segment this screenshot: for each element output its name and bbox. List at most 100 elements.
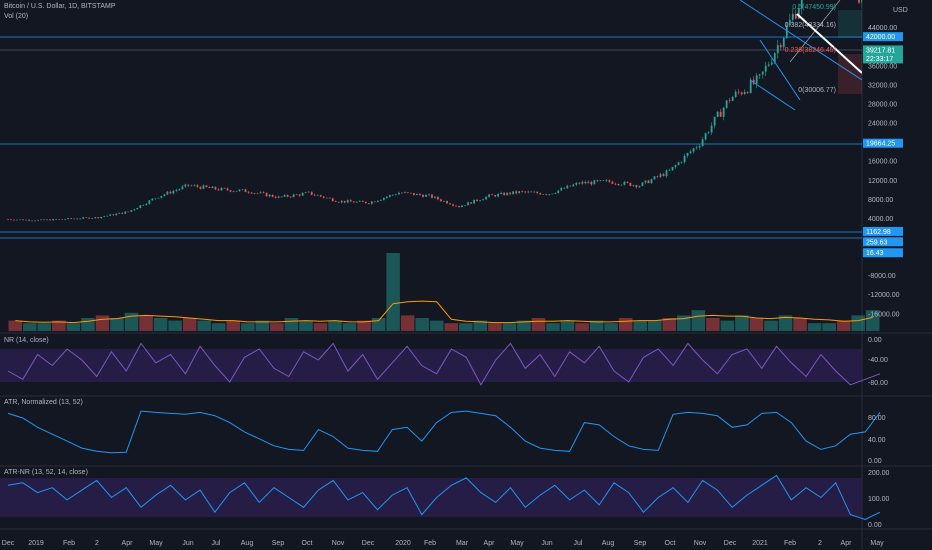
time-axis-tick: Oct (302, 540, 313, 547)
candle (602, 180, 605, 181)
candle (746, 92, 749, 93)
volume-legend[interactable]: Vol (20) (4, 13, 28, 20)
volume-bar (604, 323, 618, 331)
price-axis-tick: 8000.00 (868, 197, 893, 204)
candle (500, 192, 503, 194)
candle (274, 196, 277, 198)
candle (286, 195, 289, 197)
candle (133, 209, 136, 211)
nr-legend[interactable]: NR (14, close) (4, 337, 49, 344)
time-axis-tick: 2019 (28, 540, 44, 547)
price-axis-tick: -12000.00 (868, 292, 900, 299)
candle (575, 182, 578, 185)
candle (749, 79, 752, 93)
candle (506, 192, 509, 196)
candle (437, 196, 439, 200)
candle (731, 96, 734, 101)
candle (193, 185, 196, 186)
candle (16, 219, 18, 221)
candle (124, 211, 127, 214)
candle (115, 213, 118, 216)
candle (791, 13, 794, 20)
price-tag-label: 42000.00 (866, 34, 895, 41)
candle (443, 200, 445, 202)
candle (446, 200, 448, 204)
price-axis-tick: 32000.00 (868, 82, 897, 89)
candle (361, 200, 364, 202)
candle (217, 189, 220, 191)
volume-bar (8, 320, 23, 331)
candle (521, 191, 524, 192)
candle (650, 179, 653, 184)
candle (154, 198, 157, 200)
atrnr-legend[interactable]: ATR-NR (13, 52, 14, close) (4, 469, 88, 476)
candle (737, 91, 740, 93)
chart-canvas[interactable]: 0.5(47450.99) 0.382(43334.16) 0.236(3824… (0, 0, 932, 550)
candle (710, 125, 713, 133)
candle (343, 200, 346, 203)
candle (178, 189, 181, 191)
candle (280, 196, 283, 198)
candle (524, 191, 527, 193)
candle (401, 192, 403, 194)
candle (701, 139, 704, 147)
atr-axis-tick: 40.00 (868, 437, 886, 444)
candle (376, 200, 379, 202)
atr-legend[interactable]: ATR, Normalized (13, 52) (4, 399, 83, 406)
candle (25, 219, 27, 221)
candle (653, 176, 656, 180)
time-axis-tick: 2021 (752, 540, 768, 547)
candle (713, 116, 716, 126)
candle (548, 194, 551, 195)
candle (578, 182, 581, 184)
candle (208, 187, 211, 189)
volume-bar (706, 318, 720, 331)
price-axis-tick: -16000.00 (868, 311, 900, 318)
candle (644, 180, 647, 183)
candle (328, 197, 331, 199)
candle (680, 162, 683, 163)
candle (163, 194, 166, 197)
candle (563, 188, 566, 189)
candle (301, 193, 304, 196)
volume-bar (459, 323, 473, 331)
volume-bar (168, 320, 182, 331)
candle (449, 203, 451, 205)
volume-bar (37, 323, 52, 331)
volume-bar (851, 315, 865, 331)
volume-bar (647, 320, 662, 331)
candle (265, 192, 268, 197)
time-axis-tick: Aug (241, 540, 254, 547)
candle (349, 200, 352, 202)
time-axis-tick: Apr (484, 540, 496, 547)
atrnr-axis-tick: 200.00 (868, 470, 890, 477)
candle (497, 193, 500, 197)
candle (97, 217, 100, 219)
volume-bar (429, 320, 444, 331)
volume-bar (618, 318, 633, 331)
candle (581, 181, 584, 184)
candle (779, 45, 782, 48)
candle (656, 176, 659, 177)
symbol-title[interactable]: Bitcoin / U.S. Dollar, 1D, BITSTAMP (4, 3, 116, 10)
volume-bar (400, 315, 415, 331)
trendline[interactable] (749, 79, 796, 111)
candle (407, 192, 409, 193)
price-axis[interactable]: 44000.00 36000.00 32000.00 28000.00 24000.00… (863, 25, 903, 318)
candle (683, 155, 686, 163)
candle (145, 203, 148, 206)
time-axis[interactable]: Dec 2019 Feb 2 Apr May Jun Jul Aug Sep Oct Nov Dec 20… (2, 540, 884, 547)
candle (247, 192, 250, 193)
volume-bar (444, 323, 459, 331)
candle (617, 184, 620, 185)
candle (46, 219, 48, 221)
candle (121, 212, 124, 214)
candle (148, 200, 151, 204)
volume-bar (241, 323, 255, 331)
candle (334, 201, 337, 202)
price-axis-tick: 44000.00 (868, 25, 897, 32)
volume-bar (836, 320, 851, 331)
candle (536, 191, 539, 194)
time-axis-tick: Jul (212, 540, 221, 547)
candle (118, 212, 121, 214)
